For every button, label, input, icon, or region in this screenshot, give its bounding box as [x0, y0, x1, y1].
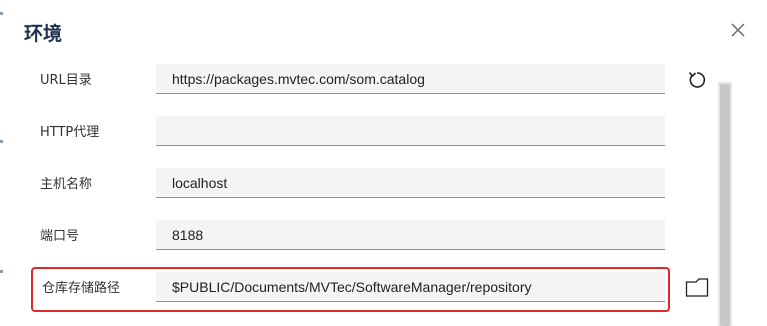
scrollbar-thumb[interactable]: [720, 84, 730, 326]
repository-path-label: 仓库存储路径: [42, 281, 121, 296]
hostname-label: 主机名称: [40, 177, 93, 192]
url-catalog-row: URL目录: [0, 64, 700, 98]
http-proxy-label: HTTP代理: [40, 125, 100, 140]
dialog-title: 环境: [24, 23, 63, 45]
close-icon: [731, 23, 745, 37]
refresh-button[interactable]: [686, 69, 708, 91]
hostname-row: 主机名称: [0, 168, 700, 202]
port-row: 端口号: [0, 220, 700, 254]
port-label: 端口号: [40, 229, 80, 244]
http-proxy-row: HTTP代理: [0, 116, 700, 150]
url-catalog-input[interactable]: [156, 64, 665, 94]
repository-path-row: 仓库存储路径: [0, 272, 700, 306]
environment-dialog: 环境 URL目录 HTTP代理 主机名称 端口号 仓库存储路径: [0, 0, 767, 326]
http-proxy-input[interactable]: [156, 116, 665, 146]
port-input[interactable]: [156, 220, 665, 250]
edge-mark: [0, 12, 3, 15]
browse-folder-button[interactable]: [685, 276, 709, 298]
url-catalog-label: URL目录: [40, 73, 92, 88]
close-button[interactable]: [728, 20, 748, 40]
repository-path-input[interactable]: [156, 272, 665, 302]
hostname-input[interactable]: [156, 168, 665, 198]
refresh-icon: [688, 71, 706, 88]
folder-icon: [685, 278, 709, 297]
